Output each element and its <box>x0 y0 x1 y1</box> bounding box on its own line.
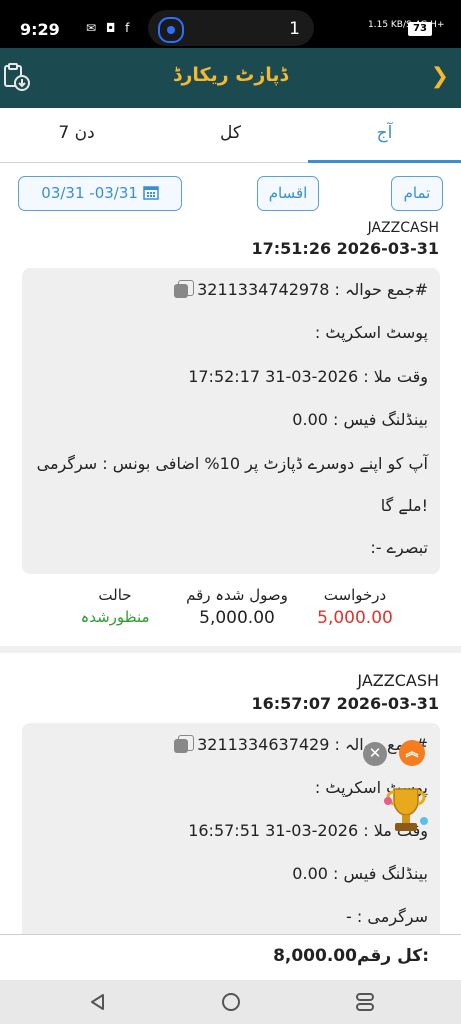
record-datetime: 16:57:07 2026-03-31 <box>251 694 439 713</box>
time-received-value: 16:57:51 31-03-2026 <box>188 821 359 840</box>
activity-row: آپ کو اپنے دوسرے ڈپازٹ پر 10% اضافی بونس… <box>36 454 428 473</box>
fee-label: بینڈلنگ فیس <box>343 864 429 883</box>
battery-indicator: 73 <box>408 22 432 36</box>
time-received-value: 17:52:17 31-03-2026 <box>188 367 359 386</box>
reference-label: جمع حوالہ# <box>345 280 428 299</box>
comment-row: :- تبصرے <box>370 538 428 557</box>
activity-value: آپ کو اپنے دوسرے ڈپازٹ پر 10% اضافی بونس <box>112 454 428 473</box>
home-nav-icon[interactable] <box>220 991 242 1013</box>
fee-value: 0.00 <box>292 864 328 883</box>
fee-value: 0.00 <box>292 410 328 429</box>
copy-icon[interactable] <box>173 734 194 753</box>
copy-icon[interactable] <box>173 279 194 298</box>
status-bar: 9:29 ✉ ◘ f 1 1.15 KB/S 4G H+ 73 <box>0 0 461 48</box>
deposit-record-card: JAZZCASH 17:51:26 2026-03-31 32113347429… <box>0 220 461 646</box>
network-status: 1.15 KB/S 4G H+ <box>368 20 444 30</box>
reference-value: 3211334637429 <box>197 735 330 754</box>
reference-value: 3211334742978 <box>197 280 330 299</box>
total-bar: 8,000.00کل رقم: <box>0 934 461 981</box>
date-range-label: 03/31 -03/31 <box>41 184 138 202</box>
record-datetime: 17:51:26 2026-03-31 <box>251 239 439 258</box>
time-received-row: 17:52:17 31-03-2026 : وقت ملا <box>188 367 428 386</box>
activity-label: سرگرمی <box>367 907 428 926</box>
activity-row: - : سرگرمی <box>346 907 428 926</box>
payment-method: JAZZCASH <box>357 671 439 690</box>
broadcast-icon <box>158 17 184 43</box>
trophy-icon[interactable] <box>380 783 432 837</box>
close-icon[interactable]: ✕ <box>363 742 387 766</box>
tab-7-days[interactable]: 7 دن <box>0 108 153 160</box>
notification-icons: ✉ ◘ f <box>86 21 133 35</box>
record-details-panel: 3211334742978 : جمع حوالہ# : پوسٹ اسکرپٹ… <box>22 268 440 574</box>
calendar-icon <box>142 186 159 200</box>
app-header: ڈپازٹ ریکارڈ ❯ <box>0 48 461 108</box>
activity-value: - <box>346 907 352 926</box>
payment-method: JAZZCASH <box>367 220 439 236</box>
postscript-row: : پوسٹ اسکرپٹ <box>314 323 428 342</box>
types-filter-button[interactable]: اقسام <box>257 176 319 211</box>
scroll-top-icon[interactable]: ︽ <box>399 740 425 766</box>
received-label: وصول شدہ رقم <box>186 586 288 604</box>
received-amount: 5,000.00 <box>199 608 275 628</box>
back-nav-icon[interactable] <box>88 992 108 1012</box>
status-label: حالت <box>98 586 132 604</box>
tab-today[interactable]: آج <box>308 108 461 163</box>
reference-row: 3211334742978 : جمع حوالہ# <box>173 279 428 299</box>
request-amount: 5,000.00 <box>317 608 393 628</box>
fee-row: 0.00 : بینڈلنگ فیس <box>292 410 428 429</box>
status-time: 9:29 <box>20 20 60 39</box>
received-column: وصول شدہ رقم 5,000.00 <box>174 586 300 628</box>
postscript-label: پوسٹ اسکرپٹ <box>325 323 428 342</box>
fee-row: 0.00 : بینڈلنگ فیس <box>292 864 428 883</box>
reference-row: 3211334637429 : جمع حوالہ# <box>173 734 428 754</box>
all-filter-button[interactable]: تمام <box>391 176 443 211</box>
chevron-right-icon[interactable]: ❯ <box>431 64 449 89</box>
total-amount: 8,000.00کل رقم: <box>273 946 429 966</box>
pill-count: 1 <box>289 19 300 39</box>
request-column: درخواست 5,000.00 <box>300 586 410 628</box>
comment-label: تبصرے <box>386 538 428 557</box>
total-label: کل رقم: <box>356 946 429 966</box>
time-received-label: وقت ملا <box>373 367 428 386</box>
total-value: 8,000.00 <box>273 946 357 966</box>
fee-label: بینڈلنگ فیس <box>343 410 429 429</box>
activity-label: سرگرمی <box>36 454 98 473</box>
tab-yesterday[interactable]: کل <box>154 108 307 160</box>
date-range-button[interactable]: 03/31 -03/31 <box>18 176 182 211</box>
call-pill[interactable]: 1 <box>148 10 314 46</box>
system-nav-bar <box>0 980 461 1024</box>
activity-value-line2: ملے گا! <box>380 496 428 515</box>
status-badge: منظورشدہ <box>80 608 150 626</box>
request-label: درخواست <box>323 586 387 604</box>
status-column: حالت منظورشدہ <box>60 586 170 626</box>
page-title: ڈپازٹ ریکارڈ <box>172 64 289 86</box>
net-speed: 1.15 KB/S <box>368 20 412 30</box>
period-tabs: آج کل 7 دن <box>0 108 461 163</box>
recents-nav-icon[interactable] <box>354 991 376 1013</box>
filter-bar: تمام اقسام 03/31 -03/31 <box>0 163 461 226</box>
